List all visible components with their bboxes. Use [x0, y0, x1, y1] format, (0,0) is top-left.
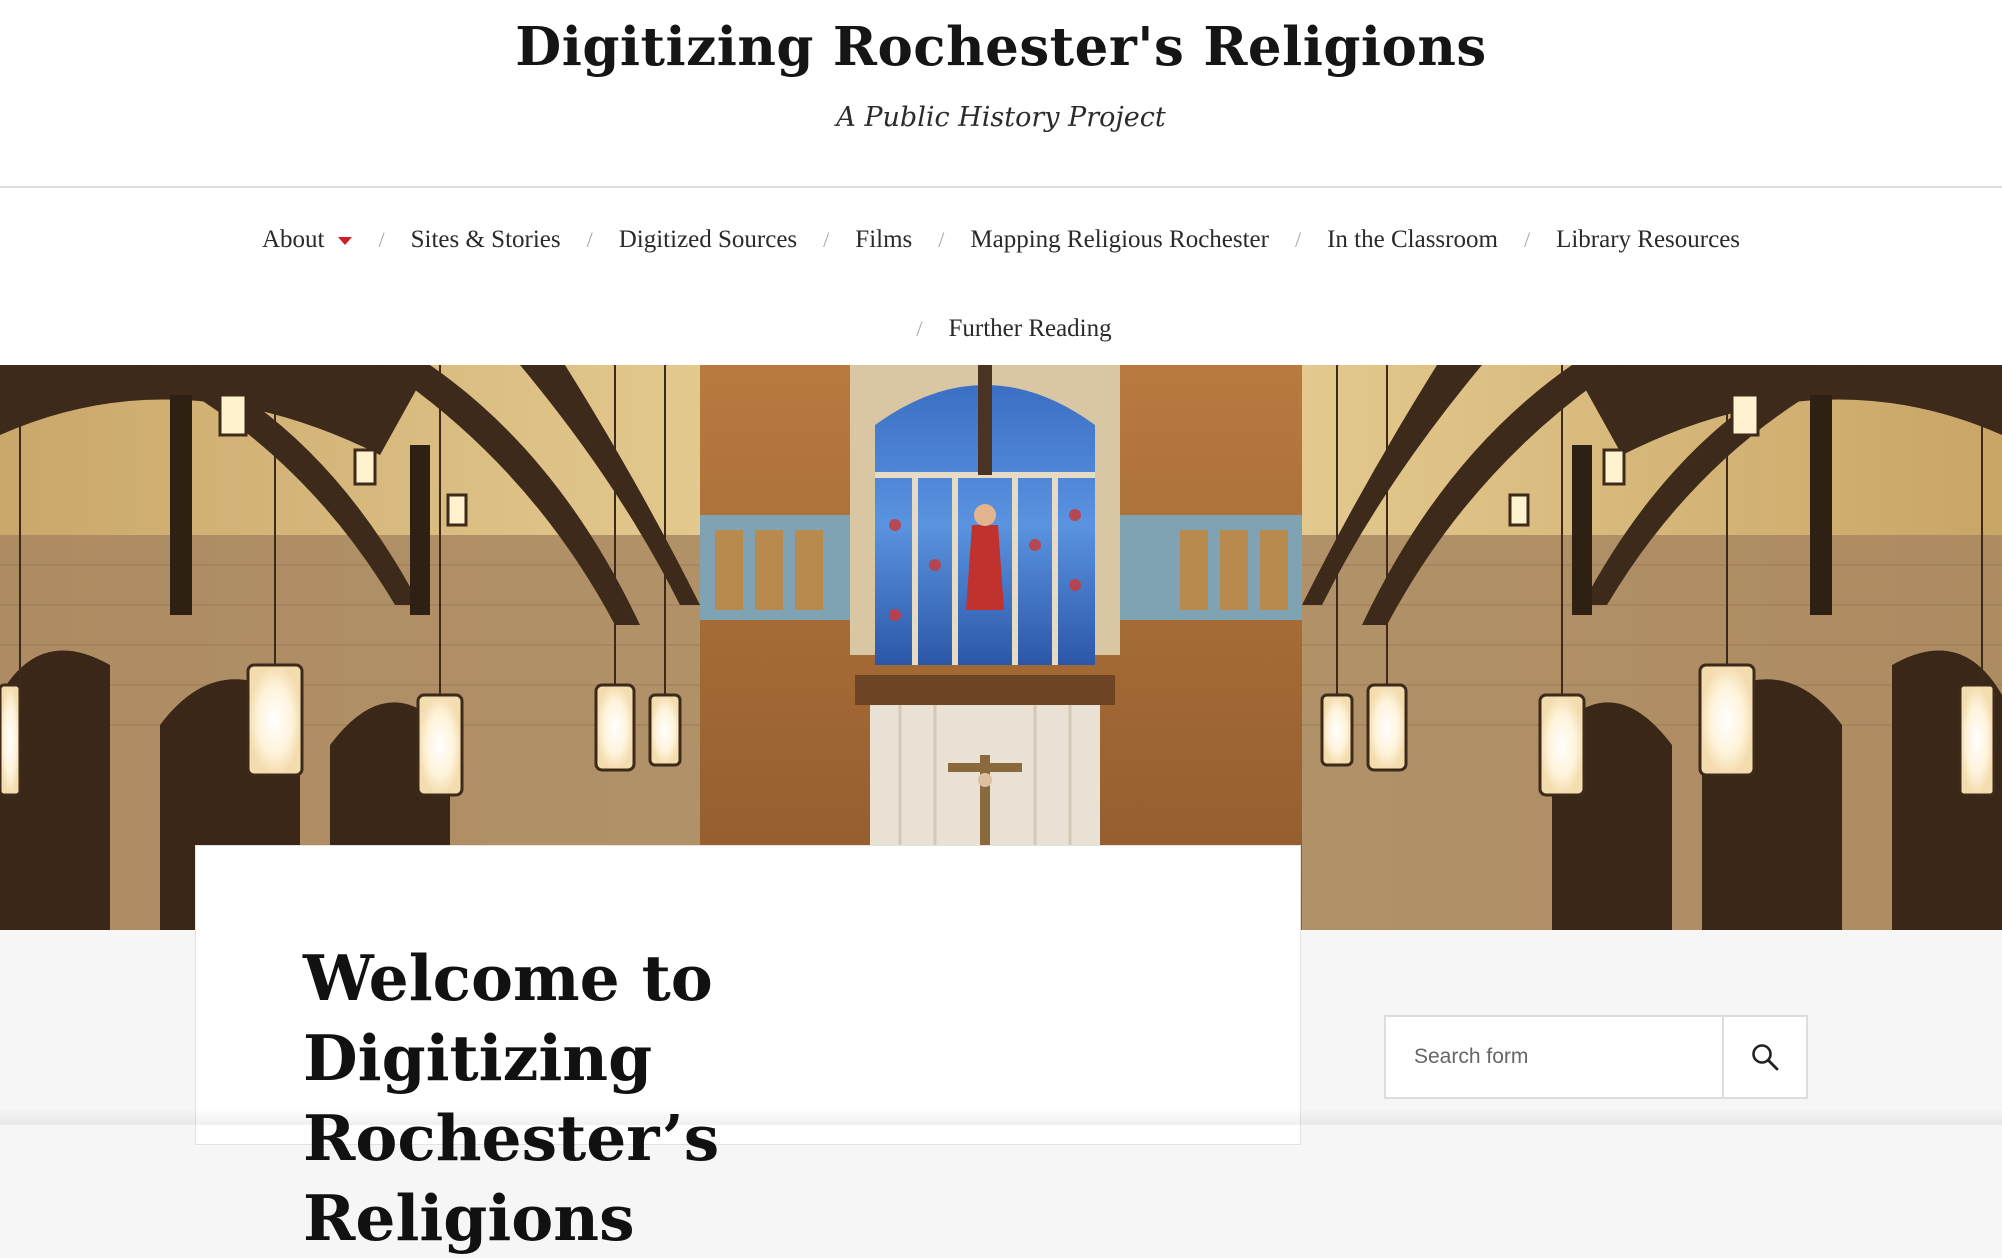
nav-separator: / [586, 227, 593, 252]
search-input[interactable] [1386, 1017, 1722, 1097]
nav-separator: / [378, 227, 385, 252]
main-navigation: About / Sites & Stories / Digitized Sour… [0, 188, 2002, 365]
search-form [1384, 1015, 1808, 1099]
nav-item-films[interactable]: Films [855, 226, 912, 254]
nav-separator: / [916, 316, 923, 341]
post-title: Welcome to Digitizing Rochester’s Religi… [303, 941, 720, 1255]
nav-item-mapping-religious-rochester[interactable]: Mapping Religious Rochester [970, 226, 1269, 254]
nav-row-primary: About / Sites & Stories / Digitized Sour… [0, 218, 2002, 262]
nav-item-label: About [261, 226, 325, 253]
nav-item-digitized-sources[interactable]: Digitized Sources [619, 226, 797, 254]
nav-separator: / [938, 227, 945, 252]
nav-separator: / [1294, 227, 1302, 252]
nav-item-sites-stories[interactable]: Sites & Stories [411, 226, 561, 254]
nav-item-about[interactable]: About [262, 226, 353, 254]
site-title[interactable]: Digitizing Rochester's Religions [0, 16, 2002, 78]
nav-item-library-resources[interactable]: Library Resources [1556, 226, 1740, 254]
search-icon [1752, 1044, 1779, 1071]
site-header: Digitizing Rochester's Religions A Publi… [0, 0, 2002, 188]
nav-separator: / [823, 227, 830, 252]
nav-separator: / [1523, 227, 1531, 252]
nav-item-in-the-classroom[interactable]: In the Classroom [1327, 226, 1498, 254]
post-card: Welcome to Digitizing Rochester’s Religi… [195, 845, 1301, 1255]
site-tagline: A Public History Project [836, 102, 1166, 133]
dropdown-caret-icon[interactable] [338, 237, 353, 245]
nav-item-further-reading[interactable]: Further Reading [948, 315, 1111, 343]
search-button[interactable] [1722, 1017, 1806, 1097]
nav-row-secondary: / Further Reading [0, 307, 2002, 351]
